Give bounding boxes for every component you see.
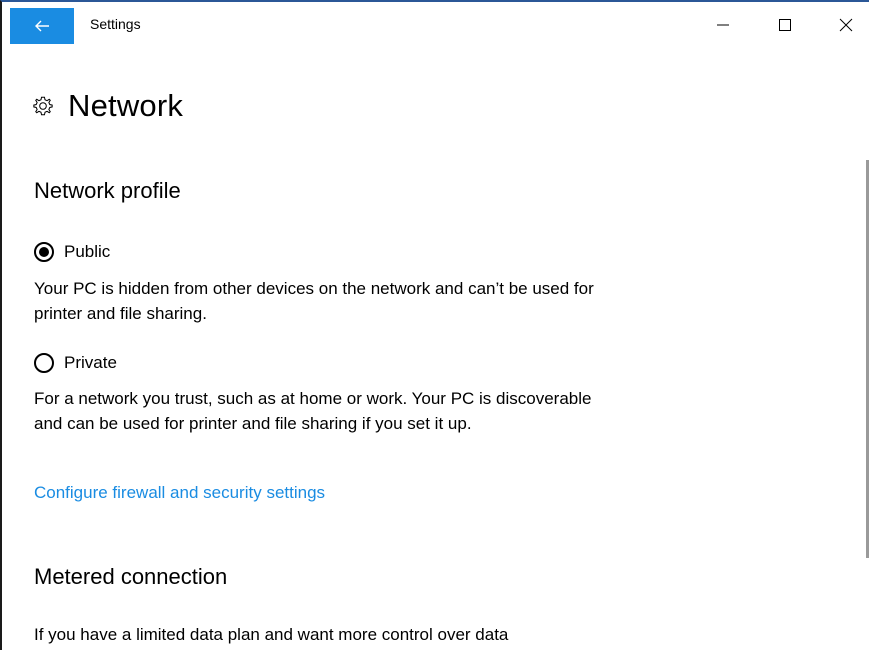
minimize-icon [717, 24, 729, 26]
public-radio[interactable]: Public [34, 242, 110, 262]
settings-window: Settings Network Network profile Public … [0, 0, 869, 650]
public-radio-label: Public [64, 242, 111, 261]
public-radio-button[interactable] [34, 242, 54, 262]
maximize-icon [779, 19, 791, 31]
private-radio-button[interactable] [34, 353, 54, 373]
close-icon [839, 18, 853, 32]
network-profile-heading: Network profile [34, 178, 181, 203]
gear-icon [33, 96, 53, 116]
page-header: Network [32, 88, 183, 124]
back-button[interactable] [10, 8, 74, 44]
public-description: Your PC is hidden from other devices on … [34, 279, 594, 323]
private-radio[interactable]: Private [34, 353, 117, 373]
private-description: For a network you trust, such as at home… [34, 389, 592, 433]
minimize-button[interactable] [700, 8, 746, 42]
private-radio-label: Private [64, 353, 117, 372]
back-arrow-icon [35, 20, 49, 32]
maximize-button[interactable] [762, 8, 808, 42]
page-title: Network [68, 88, 184, 123]
metered-connection-heading: Metered connection [34, 564, 228, 589]
configure-firewall-link[interactable]: Configure firewall and security settings [34, 483, 325, 503]
app-title: Settings [90, 16, 141, 32]
close-button[interactable] [823, 8, 869, 42]
metered-description: If you have a limited data plan and want… [34, 625, 509, 644]
title-bar: Settings [2, 2, 869, 46]
